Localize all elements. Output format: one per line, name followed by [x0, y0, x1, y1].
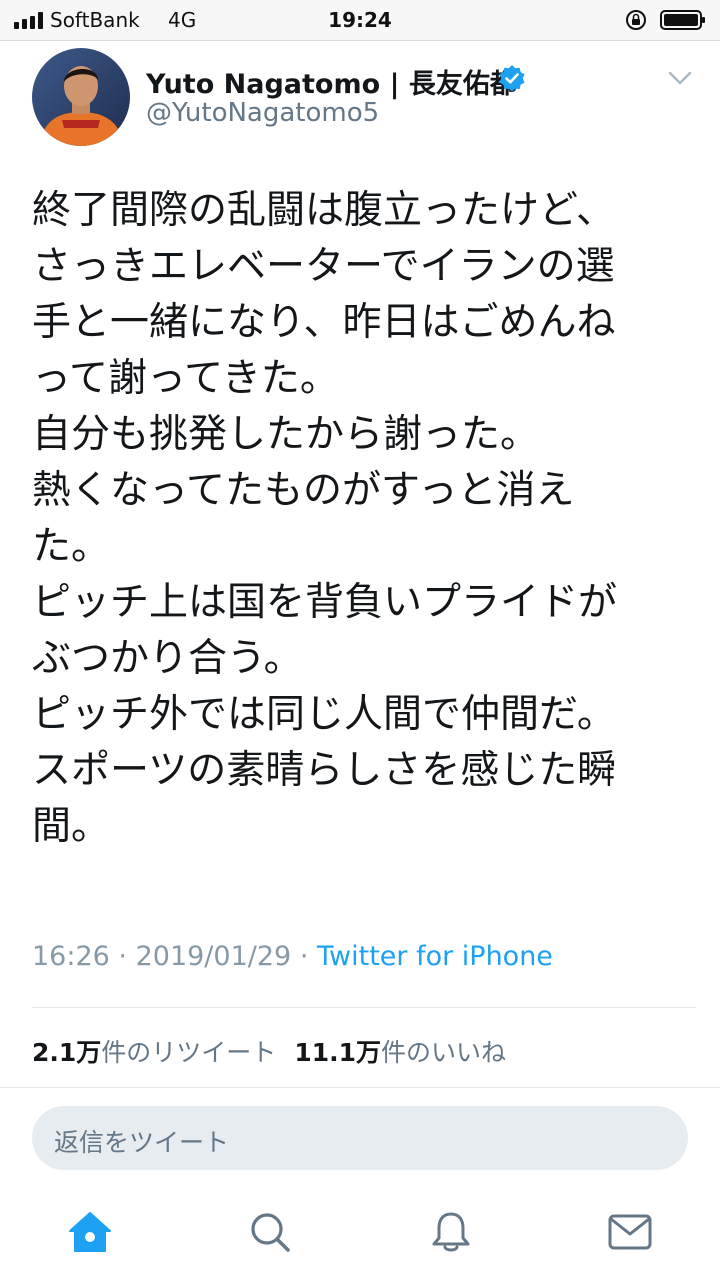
- bottom-tab-bar: [0, 1190, 720, 1280]
- tweet-text-line: た。: [32, 524, 111, 569]
- tweet-time: 16:26: [32, 941, 110, 972]
- tweet-text-line: 手と一緒になり、昨日はごめんね: [32, 300, 616, 345]
- search-icon: [251, 1213, 290, 1252]
- chevron-down-icon[interactable]: [668, 70, 692, 86]
- retweets-label: 件のリツイート: [101, 1038, 277, 1067]
- meta-separator: ·: [299, 941, 309, 972]
- tweet-date: 2019/01/29: [135, 941, 292, 972]
- tweet-text-line: ピッチ上は国を背負いプライドが: [32, 580, 618, 625]
- verified-badge-icon: [499, 65, 525, 92]
- likes-stat[interactable]: 11.1万件のいいね: [294, 1038, 506, 1067]
- messages-envelope-icon: [608, 1214, 652, 1250]
- battery-icon: [660, 10, 705, 30]
- retweets-stat[interactable]: 2.1万件のリツイート: [32, 1038, 276, 1067]
- retweets-count: 2.1万: [32, 1038, 102, 1067]
- tab-messages[interactable]: [606, 1208, 654, 1256]
- tweet-text-line: って謝ってきた。: [32, 356, 339, 401]
- notifications-bell-icon: [432, 1212, 470, 1252]
- tab-notifications[interactable]: [427, 1208, 475, 1256]
- tab-home[interactable]: [66, 1208, 114, 1256]
- meta-separator: ·: [118, 941, 127, 972]
- tweet-text-line: ぶつかり合う。: [32, 636, 303, 681]
- reply-placeholder: 返信をツイート: [54, 1128, 230, 1157]
- tweet-text-line: 間。: [32, 804, 111, 849]
- tweet-text-line: 自分も挑発したから謝った。: [32, 412, 540, 457]
- tab-search[interactable]: [246, 1208, 294, 1256]
- author-display-name[interactable]: Yuto Nagatomo | 長友佑都: [146, 62, 517, 101]
- tweet-detail-screen: SoftBank 4G 19:24 Yuto Nagatomo | 長友佑都 @…: [0, 0, 720, 1280]
- author-avatar[interactable]: [32, 48, 130, 146]
- tweet-text-line: 熱くなってたものがすっと消え: [32, 468, 575, 513]
- tweet-text-line: ピッチ外では同じ人間で仲間だ。: [32, 692, 616, 737]
- home-icon: [69, 1212, 111, 1252]
- author-username[interactable]: @YutoNagatomo5: [146, 98, 379, 128]
- divider: [0, 1087, 720, 1088]
- rotation-lock-icon: [626, 10, 646, 30]
- tweet-text-line: スポーツの素晴らしさを感じた瞬: [32, 748, 617, 793]
- tweet-timestamp: 16:26 · 2019/01/29 · Twitter for iPhone: [32, 941, 553, 972]
- likes-count: 11.1万: [294, 1038, 381, 1067]
- likes-label: 件のいいね: [381, 1038, 507, 1067]
- tweet-text-line: 終了間際の乱闘は腹立ったけど、: [32, 188, 616, 233]
- divider: [32, 1007, 696, 1008]
- reply-input[interactable]: 返信をツイート: [32, 1106, 688, 1170]
- tweet-text-line: さっきエレベーターでイランの選: [32, 244, 615, 289]
- tweet-source-link[interactable]: Twitter for iPhone: [317, 941, 553, 972]
- engagement-stats: 2.1万件のリツイート 11.1万件のいいね: [32, 1033, 506, 1069]
- tweet-text: 終了間際の乱闘は腹立ったけど、 さっきエレベーターでイランの選 手と一緒になり、…: [32, 183, 692, 855]
- status-bar: SoftBank 4G 19:24: [0, 0, 720, 41]
- status-time: 19:24: [328, 8, 392, 32]
